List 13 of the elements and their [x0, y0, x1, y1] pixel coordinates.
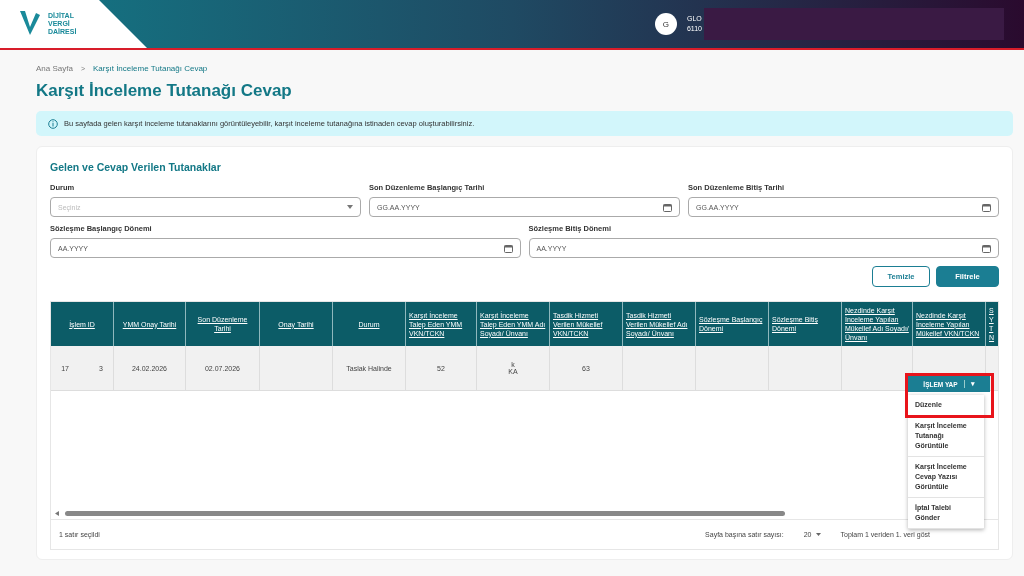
page-title: Karşıt İnceleme Tutanağı Cevap — [36, 81, 293, 101]
caret-icon — [347, 205, 353, 209]
card-title: Gelen ve Cevap Verilen Tutanaklar — [50, 161, 222, 173]
caret-icon — [815, 533, 821, 536]
calendar-icon — [663, 202, 672, 212]
breadcrumb-link[interactable]: Ana Sayfa — [36, 64, 73, 73]
calendar-icon — [503, 243, 513, 253]
scroll-left-icon[interactable] — [55, 511, 59, 516]
info-icon — [48, 118, 58, 129]
user-avatar[interactable]: G — [654, 13, 677, 35]
calendar-icon — [982, 202, 991, 212]
calendar-icon — [982, 243, 991, 253]
breadcrumb-link[interactable]: Karşıt İnceleme Tutanağı Cevap — [93, 64, 208, 73]
